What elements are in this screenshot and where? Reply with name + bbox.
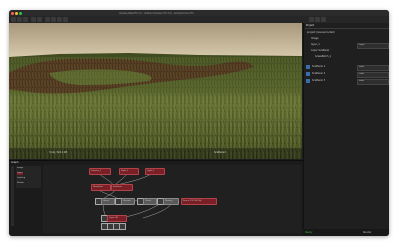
node-label: Camera_1 (91, 170, 102, 172)
select-tool-icon[interactable] (45, 17, 50, 22)
tree-item[interactable]: GrassPatch_1 (305, 54, 389, 60)
redo-icon[interactable] (37, 17, 42, 22)
graph-node[interactable]: Camera_1 (89, 168, 111, 175)
scatterer-row[interactable]: Scatterer 3 node (305, 78, 389, 85)
status-ready: Ready (305, 231, 313, 234)
node-label: Cloud (145, 200, 151, 202)
zoom-window-button[interactable] (19, 11, 22, 15)
tree-item-label: GrassPatch_1 (315, 55, 332, 58)
undo-icon[interactable] (31, 17, 36, 22)
node-label: Ground (123, 200, 131, 202)
value-field[interactable]: node (357, 79, 389, 85)
close-window-button[interactable] (11, 11, 14, 15)
graph-node[interactable]: Ground (121, 198, 135, 205)
list-item[interactable]: Image (17, 167, 23, 170)
settings-icon[interactable] (321, 17, 326, 22)
list-item-selected[interactable]: Layer (17, 172, 23, 175)
node-label: GrassSurf (93, 186, 103, 188)
value-text: Layer (359, 44, 365, 46)
render-viewport[interactable]: 3 obj, 524.1 kB Scattered (9, 23, 302, 159)
tree-item-label: layer_1 (311, 43, 320, 46)
open-icon[interactable] (17, 17, 22, 22)
node-label: Layer 3D (109, 217, 119, 219)
graph-node[interactable]: GrassSurf (91, 184, 111, 191)
scatterer-row[interactable]: Scatterer 1 node (305, 64, 389, 71)
node-label: Light_1 (121, 170, 129, 172)
tree-item-label: Layer Scatterer (311, 49, 330, 52)
scatterer-row[interactable]: Scatterer 2 node (305, 71, 389, 78)
node-label: Scatterer (113, 186, 123, 188)
value-text: node (359, 66, 364, 68)
status-render: Render (363, 231, 372, 234)
panel-header: Project (306, 24, 315, 27)
node-label: Grass (103, 200, 109, 202)
divider (305, 28, 389, 29)
layer-list: Image Layer Lighting Shader (16, 166, 41, 188)
node-label: Density (165, 200, 173, 202)
graph-node[interactable]: Density (163, 198, 179, 205)
graph-node[interactable]: Light_2 (145, 168, 165, 175)
scatterer-label: Scatterer 3 (312, 79, 326, 82)
visibility-checkbox[interactable] (306, 72, 310, 76)
new-icon[interactable] (11, 17, 16, 22)
layout-icon[interactable] (309, 17, 314, 22)
tool-column (11, 166, 14, 226)
move-tool-icon[interactable] (51, 17, 56, 22)
grass-render-image (9, 23, 302, 159)
minimize-window-button[interactable] (15, 11, 18, 15)
list-item[interactable]: Lighting (17, 177, 25, 180)
status-bar: Ready Render (303, 229, 389, 236)
value-text: node (359, 73, 364, 75)
rotate-tool-icon[interactable] (57, 17, 62, 22)
viewport-status-right: Scattered (214, 151, 226, 154)
node-label: Scene 2.9 (58 Obj) (183, 200, 202, 202)
bottom-panel: Graph Image Layer Lighting Shader Camera… (9, 160, 303, 236)
tree-item-label: project://scene/context (307, 31, 335, 34)
value-text: node (359, 80, 364, 82)
graph-node[interactable]: Cloud (143, 198, 157, 205)
viewport-status-left: 3 obj, 524.1 kB (49, 151, 68, 154)
graph-node[interactable]: Layer 3D (107, 215, 127, 222)
scatterer-label: Scatterer 1 (312, 65, 326, 68)
graph-node[interactable]: Light_1 (119, 168, 139, 175)
application-window: Clarisse Beta/iFX 3.0 - Untitled (Claris… (9, 10, 389, 236)
node-graph[interactable]: Camera_1 Light_1 Light_2 GrassSurf Scatt… (43, 165, 301, 233)
bottom-tab[interactable]: Graph (11, 161, 18, 164)
window-title: Clarisse Beta/iFX 3.0 - Untitled (Claris… (119, 11, 194, 15)
tree-item-label: Image (311, 37, 319, 40)
thumbnail-icon[interactable] (119, 223, 126, 230)
visibility-checkbox[interactable] (306, 65, 310, 69)
graph-node[interactable]: Grass (101, 198, 115, 205)
visibility-checkbox[interactable] (306, 79, 310, 83)
scatterer-label: Scatterer 2 (312, 72, 326, 75)
properties-panel: Project project://scene/context Image la… (303, 23, 389, 236)
render-icon[interactable] (315, 17, 320, 22)
graph-node[interactable]: Scene 2.9 (58 Obj) (181, 198, 217, 205)
node-label: Light_2 (147, 170, 155, 172)
graph-node[interactable]: Scatterer (111, 184, 133, 191)
list-item[interactable]: Shader (17, 182, 24, 185)
scale-tool-icon[interactable] (63, 17, 68, 22)
save-icon[interactable] (23, 17, 28, 22)
